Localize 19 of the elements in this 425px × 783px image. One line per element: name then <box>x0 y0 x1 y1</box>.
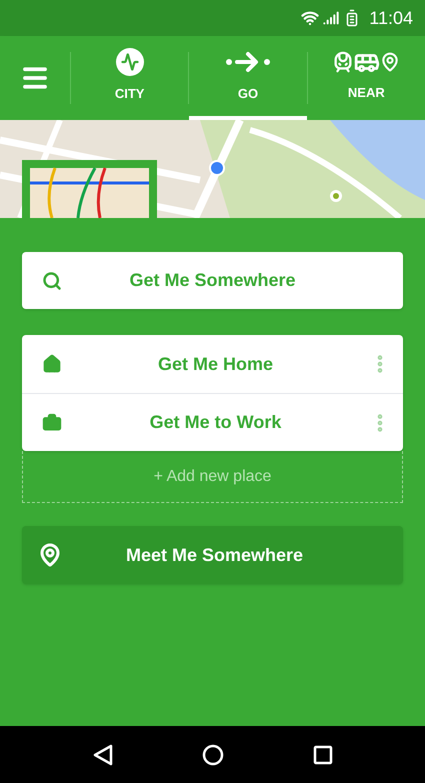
home-circle-icon[interactable] <box>202 744 224 766</box>
place-button[interactable]: Get Me to Work <box>62 409 369 436</box>
briefcase-icon <box>42 412 62 432</box>
home-icon <box>42 354 62 374</box>
pulse-icon <box>116 48 144 76</box>
back-icon[interactable] <box>92 744 112 766</box>
wifi-icon <box>301 9 320 27</box>
nav-tab[interactable]: CITY <box>71 36 188 120</box>
place-button[interactable]: Get Me Home <box>62 350 369 378</box>
add-place-button[interactable]: + Add new place <box>22 451 403 503</box>
location-pin-icon <box>38 543 62 567</box>
recents-icon[interactable] <box>312 744 332 764</box>
transit-icon <box>332 49 400 76</box>
clock: 11:04 <box>369 6 413 30</box>
search-button[interactable]: Get Me Somewhere <box>22 252 403 309</box>
signal-icon <box>323 10 340 26</box>
meet-button[interactable]: Meet Me Somewhere <box>22 526 403 584</box>
search-icon <box>42 270 62 290</box>
nav-tab[interactable]: NEAR <box>308 36 425 120</box>
